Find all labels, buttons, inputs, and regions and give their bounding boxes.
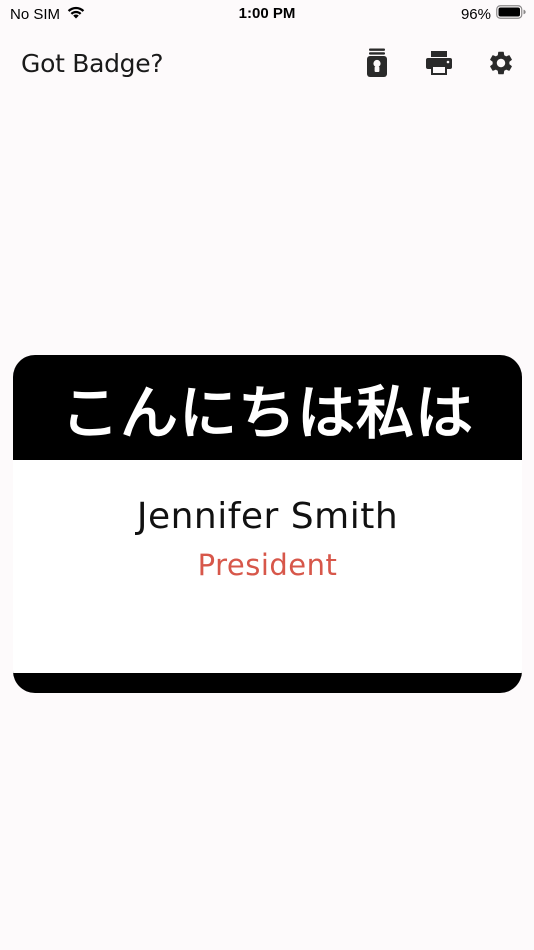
badge-role: President xyxy=(197,548,338,582)
name-badge[interactable]: こんにちは私は Jennifer Smith President xyxy=(13,355,522,693)
app-actions xyxy=(332,48,518,82)
battery-percent: 96% xyxy=(460,5,491,23)
badge-body: Jennifer Smith President xyxy=(13,460,522,673)
app-bar: Got Badge? xyxy=(0,40,534,88)
badge-name: Jennifer Smith xyxy=(136,496,399,537)
print-icon xyxy=(425,50,453,81)
badge-clip-icon xyxy=(366,48,388,83)
status-time: 1:00 PM xyxy=(238,5,296,22)
badge-header: こんにちは私は xyxy=(13,355,522,460)
print-button[interactable] xyxy=(422,48,456,82)
status-bar: No SIM 1:00 PM 96% xyxy=(0,0,534,30)
settings-button[interactable] xyxy=(484,48,518,82)
badge-greeting: こんにちは私は xyxy=(60,378,474,447)
status-right: 96% xyxy=(461,5,526,23)
badge-clip-button[interactable] xyxy=(360,48,394,82)
battery-icon xyxy=(496,5,526,23)
gear-icon xyxy=(487,49,515,82)
screen: No SIM 1:00 PM 96% Got Badge? こんにちは私は Je… xyxy=(0,0,534,950)
app-title: Got Badge? xyxy=(21,49,164,78)
